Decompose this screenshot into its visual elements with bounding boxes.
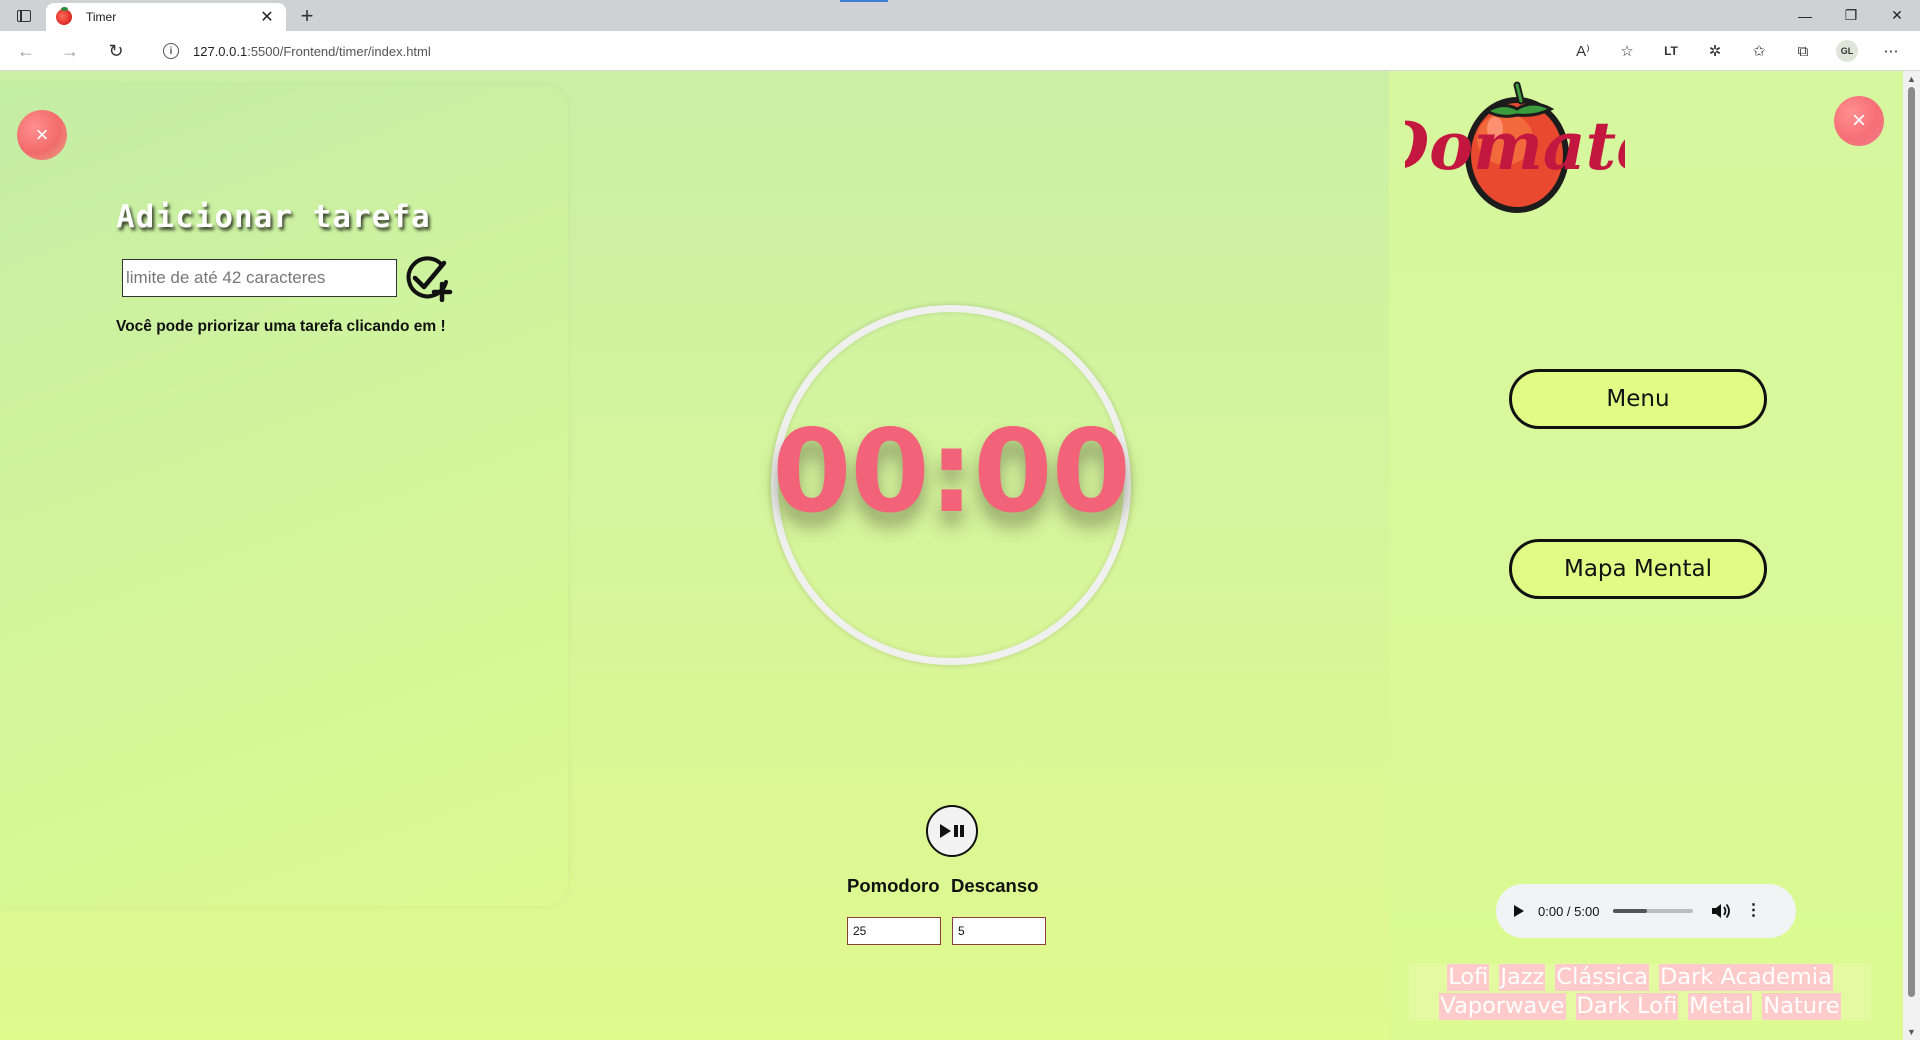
browser-tab-strip: Timer ✕ + — ❐ ✕	[0, 0, 1920, 31]
loading-indicator	[840, 0, 888, 2]
minimize-icon[interactable]: —	[1782, 0, 1828, 31]
genre-list: Lofi Jazz Clássica Dark Academia Vaporwa…	[1409, 963, 1871, 1021]
read-aloud-icon[interactable]: A⁾	[1568, 37, 1598, 65]
sidebar-toggle-icon[interactable]	[10, 5, 38, 27]
genre-vaporwave[interactable]: Vaporwave	[1439, 993, 1566, 1020]
url-field[interactable]: i 127.0.0.1:5500/Frontend/timer/index.ht…	[145, 36, 1625, 66]
audio-player: 0:00 / 5:00 ⋮	[1496, 884, 1796, 938]
extensions-puzzle-icon[interactable]: ✲	[1700, 37, 1730, 65]
svg-text:Domate: Domate	[1405, 107, 1625, 185]
audio-play-icon[interactable]	[1514, 905, 1524, 917]
tab-title: Timer	[86, 10, 117, 24]
genre-lofi[interactable]: Lofi	[1447, 964, 1490, 991]
reload-icon[interactable]: ↻	[102, 39, 130, 63]
toolbar-icons: A⁾ ☆ LT ✲ ✩ ⧉ GL ⋯	[1568, 37, 1906, 65]
page-content: × Adicionar tarefa Você pode priorizar u…	[0, 71, 1903, 1040]
scroll-thumb[interactable]	[1908, 87, 1915, 997]
profile-avatar[interactable]: GL	[1832, 37, 1862, 65]
scroll-down-icon[interactable]: ▼	[1907, 1027, 1916, 1037]
task-panel-close-button[interactable]: ×	[17, 110, 67, 160]
page-scrollbar[interactable]: ▲ ▼	[1903, 71, 1920, 1040]
translate-extension-icon[interactable]: LT	[1656, 37, 1686, 65]
task-input[interactable]	[122, 259, 397, 297]
url-text: 127.0.0.1:5500/Frontend/timer/index.html	[193, 43, 431, 59]
genre-dark-academia[interactable]: Dark Academia	[1658, 964, 1833, 991]
timer-display: 00:00	[772, 405, 1131, 538]
close-window-icon[interactable]: ✕	[1874, 0, 1920, 31]
play-pause-button[interactable]	[926, 805, 978, 857]
back-arrow-icon[interactable]: ←	[12, 39, 40, 63]
task-panel-title: Adicionar tarefa	[116, 199, 431, 235]
descanso-minutes-input[interactable]	[952, 917, 1046, 945]
restore-icon[interactable]: ❐	[1828, 0, 1874, 31]
favorites-icon[interactable]: ✩	[1744, 37, 1774, 65]
site-info-icon[interactable]: i	[163, 43, 179, 59]
task-panel: × Adicionar tarefa Você pode priorizar u…	[0, 85, 568, 906]
mapa-mental-button[interactable]: Mapa Mental	[1509, 539, 1767, 599]
window-controls: — ❐ ✕	[1782, 0, 1920, 31]
genre-dark-lofi[interactable]: Dark Lofi	[1575, 993, 1679, 1020]
genre-jazz[interactable]: Jazz	[1499, 964, 1546, 991]
forward-arrow-icon[interactable]: →	[56, 39, 84, 63]
tab-close-icon[interactable]: ✕	[258, 7, 276, 27]
genre-classica[interactable]: Clássica	[1555, 964, 1649, 991]
pomodoro-minutes-input[interactable]	[847, 917, 941, 945]
address-bar: ← → ↻ i 127.0.0.1:5500/Frontend/timer/in…	[0, 31, 1920, 71]
more-menu-icon[interactable]: ⋯	[1876, 37, 1906, 65]
audio-more-icon[interactable]: ⋮	[1745, 903, 1761, 919]
collections-icon[interactable]: ⧉	[1788, 37, 1818, 65]
favorite-star-icon[interactable]: ☆	[1612, 37, 1642, 65]
audio-time: 0:00 / 5:00	[1538, 903, 1600, 919]
add-task-check-icon[interactable]	[404, 256, 454, 302]
genre-metal[interactable]: Metal	[1688, 993, 1753, 1020]
scroll-up-icon[interactable]: ▲	[1907, 74, 1916, 84]
descanso-label: Descanso	[951, 875, 1039, 896]
play-pause-icon	[940, 824, 964, 838]
new-tab-button[interactable]: +	[294, 3, 320, 29]
priority-hint: Você pode priorizar uma tarefa clicando …	[116, 318, 446, 335]
genre-nature[interactable]: Nature	[1762, 993, 1841, 1020]
tomato-favicon-icon	[56, 7, 72, 25]
volume-icon[interactable]	[1711, 903, 1731, 919]
pomodoro-label: Pomodoro	[847, 875, 940, 896]
domate-logo: Domate	[1405, 81, 1625, 213]
right-panel-close-button[interactable]: ×	[1834, 96, 1884, 146]
menu-button[interactable]: Menu	[1509, 369, 1767, 429]
audio-volume-bar[interactable]	[1613, 909, 1694, 913]
browser-tab[interactable]: Timer ✕	[46, 3, 286, 31]
